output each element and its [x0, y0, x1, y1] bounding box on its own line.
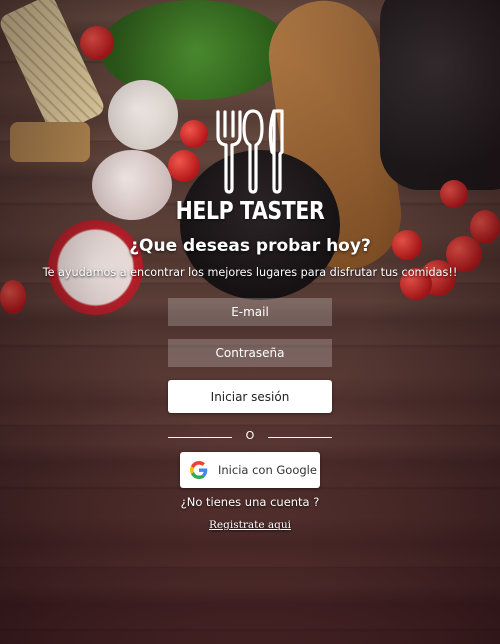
google-icon: [190, 461, 208, 479]
divider-label: O: [245, 429, 255, 442]
tomato-decoration: [80, 26, 114, 60]
divider-line-right: [268, 437, 332, 438]
brand-name: HELP TASTER: [175, 196, 325, 225]
login-page: HELP TASTER ¿Que deseas probar hoy? Te a…: [0, 0, 500, 644]
tomato-decoration: [0, 280, 26, 314]
login-button[interactable]: Iniciar sesión: [168, 380, 332, 413]
no-account-text: ¿No tienes una cuenta ?: [180, 495, 320, 509]
register-link[interactable]: Registrate aqui: [0, 519, 500, 531]
divider-line-left: [168, 437, 232, 438]
logo: [0, 108, 500, 194]
google-button-label: Inicia con Google: [218, 463, 317, 477]
password-field[interactable]: [168, 339, 332, 367]
page-subtitle: Te ayudamos a encontrar los mejores luga…: [42, 266, 458, 279]
utensils-icon: [0, 108, 500, 194]
google-signin-button[interactable]: Inicia con Google: [180, 452, 320, 488]
page-title: ¿Que deseas probar hoy?: [129, 236, 371, 256]
email-field[interactable]: [168, 298, 332, 326]
